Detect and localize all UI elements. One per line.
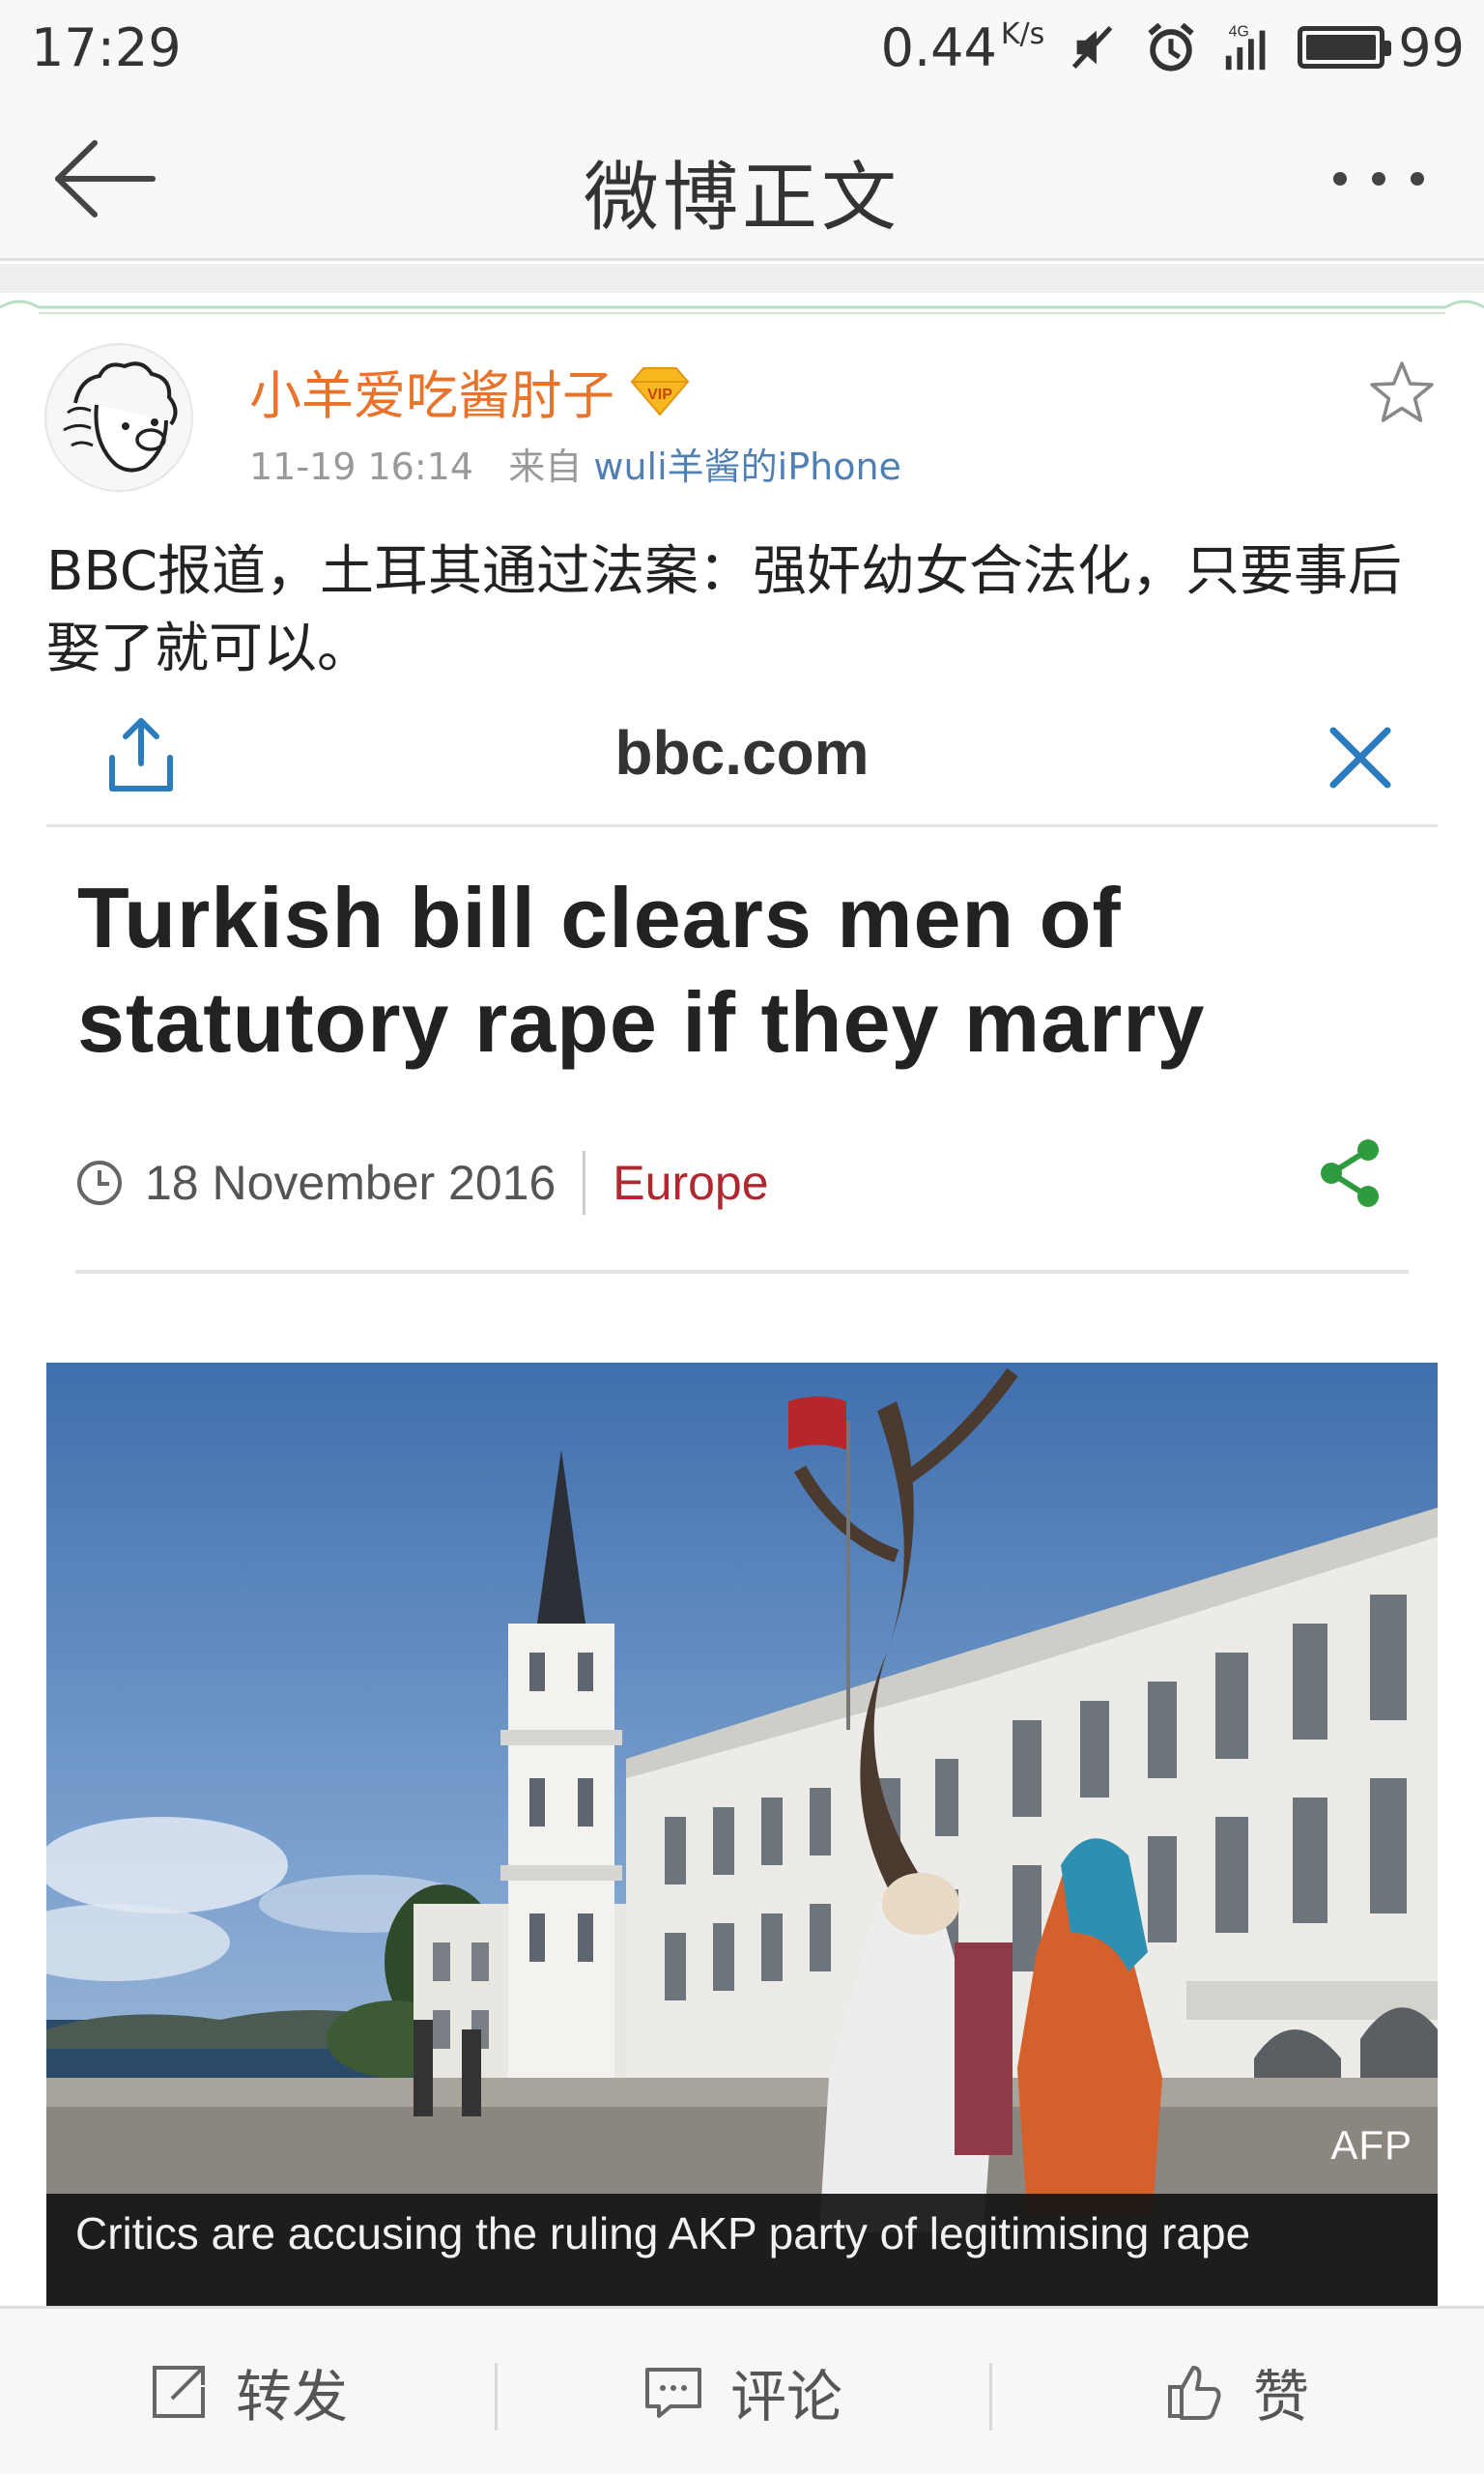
status-bar: 17:29 0.44 K/s 4G 99	[0, 0, 1484, 97]
section-gap	[0, 264, 1484, 293]
svg-text:4G: 4G	[1229, 23, 1249, 40]
meta-divider	[583, 1151, 586, 1215]
post-source-link[interactable]: wuli羊酱的iPhone	[593, 446, 901, 488]
alarm-icon	[1148, 22, 1194, 72]
article-date: 18 November 2016	[145, 1156, 556, 1210]
palace-photo-illustration	[46, 1363, 1438, 2306]
sheep-avatar-icon	[47, 346, 191, 490]
post-meta: 11-19 16:14 来自 wuli羊酱的iPhone	[249, 437, 901, 490]
comment-button[interactable]: 评论	[495, 2309, 989, 2474]
article-meta: 18 November 2016 Europe	[75, 1144, 769, 1222]
status-indicators: 0.44 K/s 4G 99	[881, 14, 1465, 81]
svg-text:VIP: VIP	[647, 387, 672, 403]
username[interactable]: 小羊爱吃酱肘子 VIP	[249, 353, 690, 429]
network-speed: 0.44 K/s	[880, 16, 1045, 78]
thumbs-up-icon	[1167, 2365, 1221, 2420]
post-body: BBC报道，土耳其通过法案：强奸幼女合法化，只要事后娶了就可以。	[46, 540, 1402, 680]
signal-icon: 4G	[1226, 23, 1266, 71]
share-icon	[1321, 1139, 1379, 1207]
clock-icon	[77, 1161, 122, 1205]
username-text[interactable]: 小羊爱吃酱肘子	[249, 353, 614, 429]
battery-level: 99	[1398, 16, 1465, 78]
embed-domain: bbc.com	[614, 718, 870, 788]
post-time: 11-19 16:14	[249, 446, 474, 488]
bottom-toolbar: 转发 评论 赞	[0, 2306, 1484, 2474]
source-prefix: 来自	[508, 446, 583, 488]
page-title: 微博正文	[583, 155, 900, 242]
like-button[interactable]: 赞	[989, 2309, 1484, 2474]
photo-credit: AFP	[1330, 2122, 1413, 2168]
divider	[75, 1270, 1409, 1274]
comment-label: 评论	[729, 2363, 842, 2430]
embed-browser-bar: bbc.com	[46, 692, 1438, 827]
repost-icon	[152, 2365, 205, 2418]
article-headline: Turkish bill clears men of statutory rap…	[77, 870, 1206, 1070]
nav-bar: 微博正文	[0, 97, 1484, 261]
avatar[interactable]	[44, 343, 193, 492]
battery-icon	[1298, 26, 1392, 69]
more-dots-icon[interactable]	[1326, 155, 1432, 203]
article-section: Europe	[613, 1156, 769, 1210]
vip-badge-icon[interactable]: VIP	[630, 364, 690, 418]
card-border-decoration	[0, 300, 1484, 314]
repost-label: 转发	[235, 2363, 348, 2430]
repost-button[interactable]: 转发	[0, 2309, 495, 2474]
like-label: 赞	[1252, 2363, 1309, 2430]
photo-caption: Critics are accusing the ruling AKP part…	[46, 2194, 1438, 2306]
comment-icon	[644, 2367, 701, 2418]
star-icon[interactable]	[1368, 360, 1436, 427]
close-icon	[1329, 727, 1391, 789]
battery: 99	[1298, 17, 1465, 78]
status-time: 17:29	[31, 17, 182, 78]
embedded-image[interactable]: bbc.com Turkish bill clears men of statu…	[46, 692, 1438, 2306]
mute-icon	[1072, 25, 1113, 70]
article-photo	[46, 1363, 1438, 2306]
